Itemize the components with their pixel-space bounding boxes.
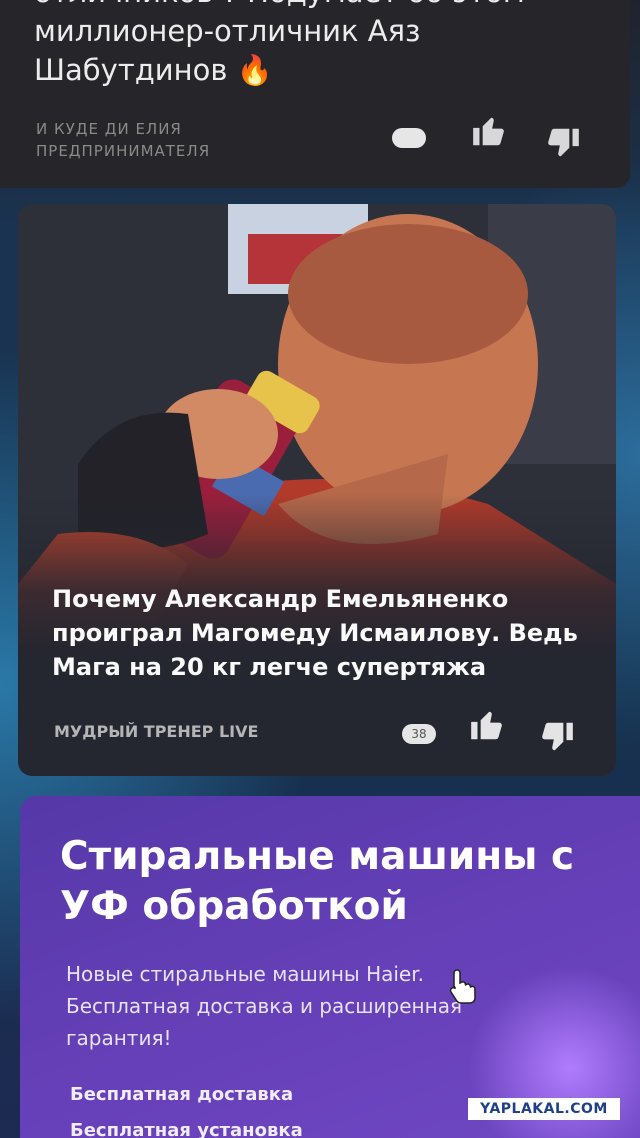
hand-cursor-icon [449,969,476,1004]
ad-title[interactable]: Стиральные машины с УФ обработкой [60,832,620,932]
card-source[interactable]: И КУДЕ ДИ ЕЛИЯ ПРЕДПРИНИМАТЕЛЯ [36,118,296,162]
ad-feature-item: Бесплатная установка [70,1120,303,1138]
comments-badge[interactable]: 38 [402,724,436,744]
comments-badge[interactable] [392,128,426,148]
article-source[interactable]: МУДРЫЙ ТРЕНЕР LIVE [54,722,258,741]
dislike-button[interactable] [538,718,576,760]
feed-card-previous[interactable]: отличников ? Подумает об этом миллионер-… [0,0,630,188]
thumbs-up-icon [471,711,502,740]
feed-card-article[interactable]: Почему Александр Емельяненко проиграл Ма… [18,204,616,776]
watermark: YAPLAKAL.COM [468,1098,620,1120]
thumbs-down-icon [548,128,579,157]
thumbs-up-icon [473,117,504,146]
fire-icon: 🔥 [236,53,273,87]
like-button[interactable] [468,706,506,748]
dislike-button[interactable] [544,124,582,166]
thumbs-down-icon [542,722,573,751]
card-title[interactable]: отличников ? Подумает об этом миллионер-… [34,0,594,90]
ad-feature-item: Бесплатная доставка [70,1084,294,1105]
like-button[interactable] [470,112,508,154]
ad-banner[interactable]: Стиральные машины с УФ обработкой Новые … [20,796,640,1138]
article-headline[interactable]: Почему Александр Емельяненко проиграл Ма… [52,582,612,684]
